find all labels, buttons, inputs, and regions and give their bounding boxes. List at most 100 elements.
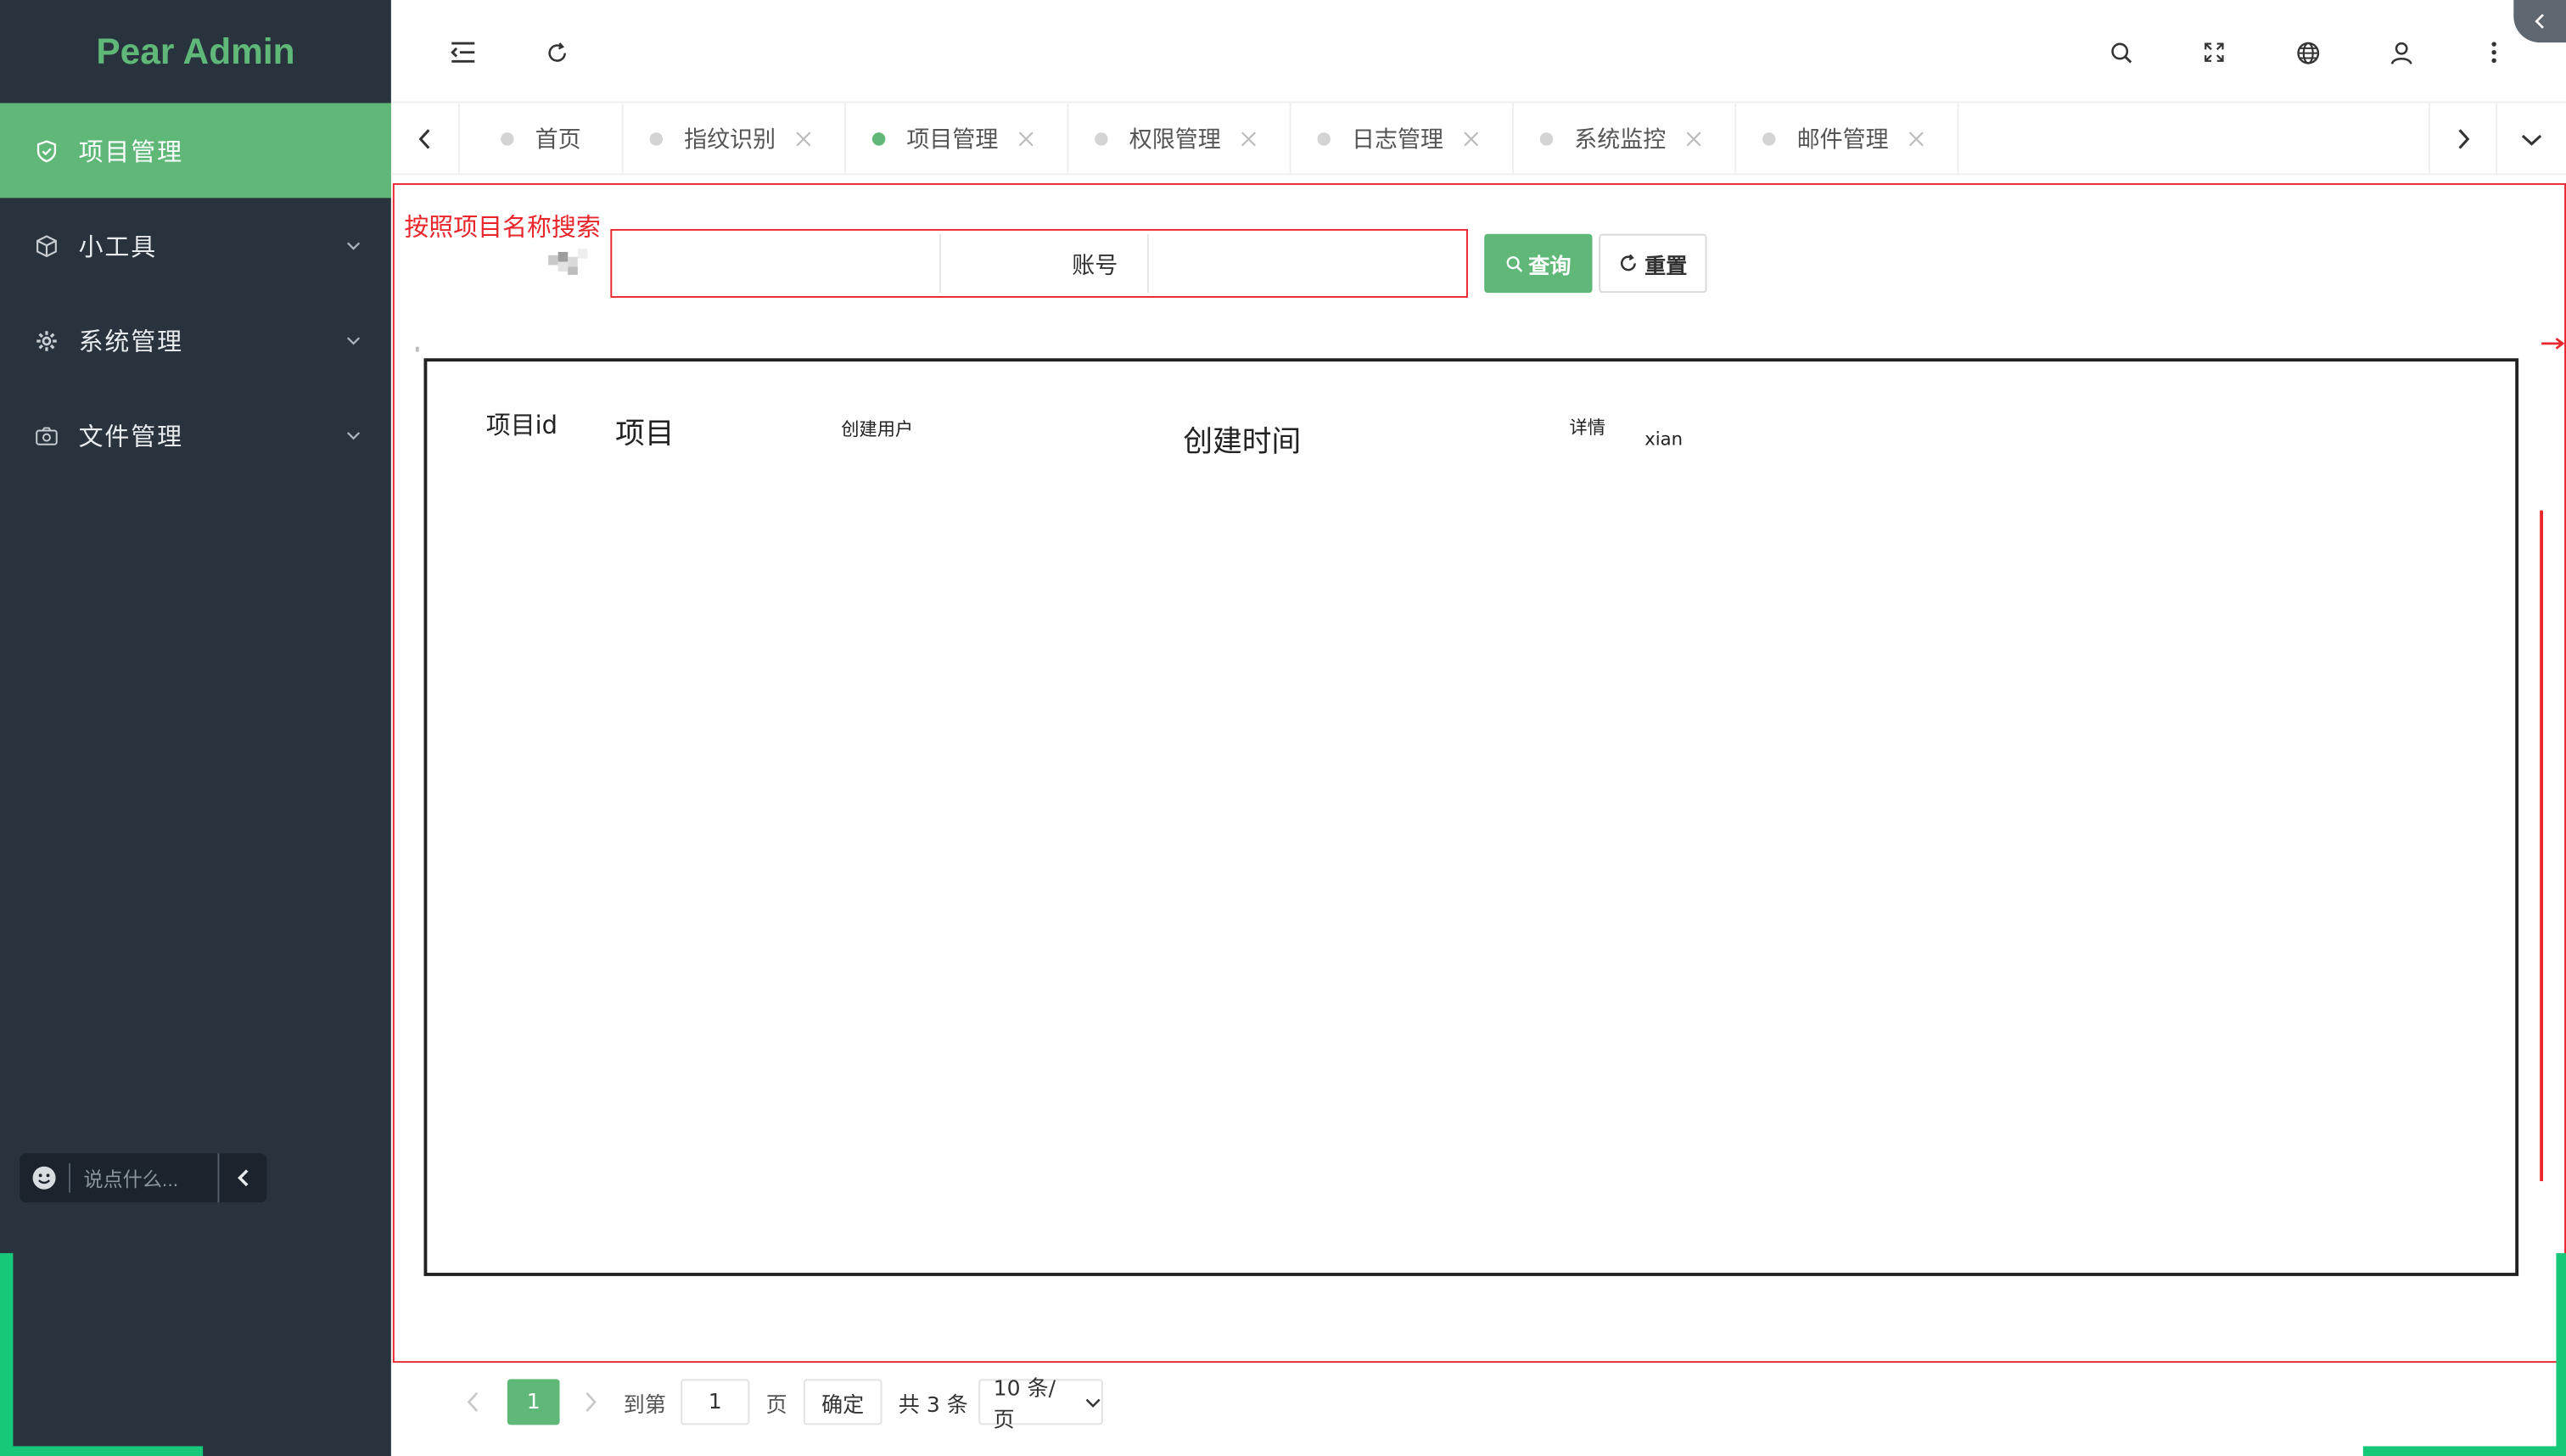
shield-check-icon	[33, 137, 59, 164]
fullscreen-button[interactable]	[2191, 30, 2237, 76]
chevron-down-icon	[2521, 133, 2542, 145]
refresh-icon	[547, 42, 566, 61]
chevron-down-icon	[347, 432, 361, 440]
query-button-label: 查询	[1528, 254, 1572, 279]
tab-permission-management[interactable]: 权限管理	[1068, 103, 1291, 176]
close-icon[interactable]	[1908, 131, 1924, 147]
table-header-project: 项目	[615, 417, 675, 452]
gear-icon	[33, 328, 59, 354]
page-size-select[interactable]: 10 条/页	[978, 1377, 1103, 1433]
sidebar-item-file-management[interactable]: 文件管理	[0, 388, 391, 483]
page-unit-label: 页	[765, 1392, 787, 1418]
app-logo[interactable]: Pear Admin	[0, 0, 391, 103]
page-button-current[interactable]: 1	[507, 1379, 560, 1425]
prev-page-icon[interactable]	[465, 1391, 481, 1414]
chat-collapse-button[interactable]	[217, 1153, 266, 1203]
sidebar-item-label: 文件管理	[78, 421, 184, 451]
top-header	[390, 0, 2566, 104]
tab-scroll-right-button[interactable]	[2428, 103, 2497, 176]
chevron-left-icon	[2535, 14, 2544, 29]
refresh-icon	[1620, 254, 1636, 272]
data-table: 项目id 项目 创建用户 创建时间 详情 xian	[423, 358, 2519, 1276]
fullscreen-icon	[2205, 42, 2224, 62]
chevron-down-icon	[347, 337, 361, 345]
reset-button-label: 重置	[1644, 254, 1688, 279]
sidebar-item-tools[interactable]: 小工具	[0, 198, 391, 293]
tab-fingerprint[interactable]: 指纹识别	[624, 103, 847, 176]
tab-status-dot	[1317, 132, 1331, 146]
smiley-icon[interactable]	[20, 1153, 69, 1202]
cube-icon	[33, 232, 59, 259]
tab-home[interactable]: 首页	[460, 103, 624, 176]
tab-project-management[interactable]: 项目管理	[846, 103, 1069, 176]
table-header-details: 详情	[1569, 417, 1605, 439]
query-button[interactable]: 查询	[1484, 233, 1593, 294]
menu-fold-icon	[451, 42, 475, 63]
sidebar-item-system-management[interactable]: 系统管理	[0, 293, 391, 388]
edge-highlight	[0, 1252, 14, 1456]
table-header-creator: 创建用户	[841, 418, 914, 440]
user-icon	[2390, 41, 2412, 64]
more-button[interactable]	[2471, 30, 2517, 76]
goto-confirm-button[interactable]: 确定	[803, 1379, 882, 1425]
table-header-created-time: 创建时间	[1183, 425, 1302, 460]
tab-label: 日志管理	[1351, 127, 1443, 154]
refresh-button[interactable]	[534, 30, 580, 76]
edge-highlight	[2556, 1252, 2566, 1456]
tab-label: 首页	[535, 127, 581, 154]
menu-fold-button[interactable]	[440, 30, 486, 76]
tab-bar: 首页 指纹识别 项目管理 权限管理 日志管理 系统监控 邮件管理	[390, 103, 2566, 176]
goto-label: 到第	[623, 1392, 666, 1418]
arrow-right-icon	[2541, 338, 2565, 350]
edge-highlight	[2362, 1446, 2566, 1456]
chevron-down-icon	[347, 242, 361, 250]
chevron-left-icon	[418, 129, 430, 149]
close-icon[interactable]	[1018, 131, 1034, 147]
blurred-image-icon	[548, 249, 588, 275]
close-icon[interactable]	[1685, 131, 1701, 147]
close-icon[interactable]	[1241, 131, 1257, 147]
page-size-value: 10 条/页	[993, 1377, 1056, 1434]
user-button[interactable]	[2378, 30, 2423, 76]
sidebar-item-project-management[interactable]: 项目管理	[0, 103, 391, 199]
more-icon	[2491, 42, 2496, 64]
goto-page-input[interactable]: 1	[681, 1379, 750, 1425]
collapse-corner-button[interactable]	[2513, 0, 2566, 43]
reset-button[interactable]: 重置	[1599, 233, 1707, 294]
tab-status-dot	[1762, 132, 1776, 146]
next-page-icon[interactable]	[583, 1391, 599, 1414]
tab-dropdown-button[interactable]	[2497, 103, 2566, 175]
annotation-text: 按照项目名称搜索	[404, 212, 601, 243]
tab-system-monitor[interactable]: 系统监控	[1514, 103, 1737, 176]
total-count: 共 3 条	[898, 1392, 968, 1418]
search-annotation-box	[610, 228, 1468, 298]
close-icon[interactable]	[1463, 131, 1479, 147]
search-button[interactable]	[2098, 30, 2143, 76]
chevron-right-icon	[2457, 129, 2469, 149]
tab-label: 项目管理	[906, 127, 999, 154]
tab-status-dot	[649, 132, 664, 146]
tab-status-dot	[501, 132, 514, 146]
tab-label: 邮件管理	[1796, 127, 1889, 154]
search-icon	[2110, 42, 2132, 63]
tab-status-dot	[871, 132, 886, 146]
close-icon[interactable]	[795, 131, 811, 147]
search-icon	[1506, 255, 1523, 272]
table-header-extra: xian	[1644, 428, 1684, 451]
tab-log-management[interactable]: 日志管理	[1291, 103, 1514, 176]
edge-highlight	[0, 1446, 204, 1456]
chat-input[interactable]: 说点什么...	[70, 1164, 218, 1192]
tab-label: 权限管理	[1129, 127, 1221, 154]
chevron-left-icon	[237, 1169, 248, 1187]
sidebar-item-label: 项目管理	[78, 136, 184, 166]
tab-mail-management[interactable]: 邮件管理	[1736, 103, 1959, 176]
sidebar-item-label: 小工具	[78, 231, 158, 261]
annotation-line	[2540, 510, 2543, 1182]
tab-scroll-left-button[interactable]	[391, 103, 460, 176]
sidebar: Pear Admin 项目管理 小工具 系统管理 文件管理 说点什么...	[0, 0, 391, 1456]
tab-label: 系统监控	[1574, 127, 1667, 154]
globe-icon	[2296, 41, 2319, 64]
chevron-down-icon	[1085, 1397, 1101, 1407]
sidebar-item-label: 系统管理	[78, 326, 184, 356]
language-button[interactable]	[2284, 30, 2330, 76]
